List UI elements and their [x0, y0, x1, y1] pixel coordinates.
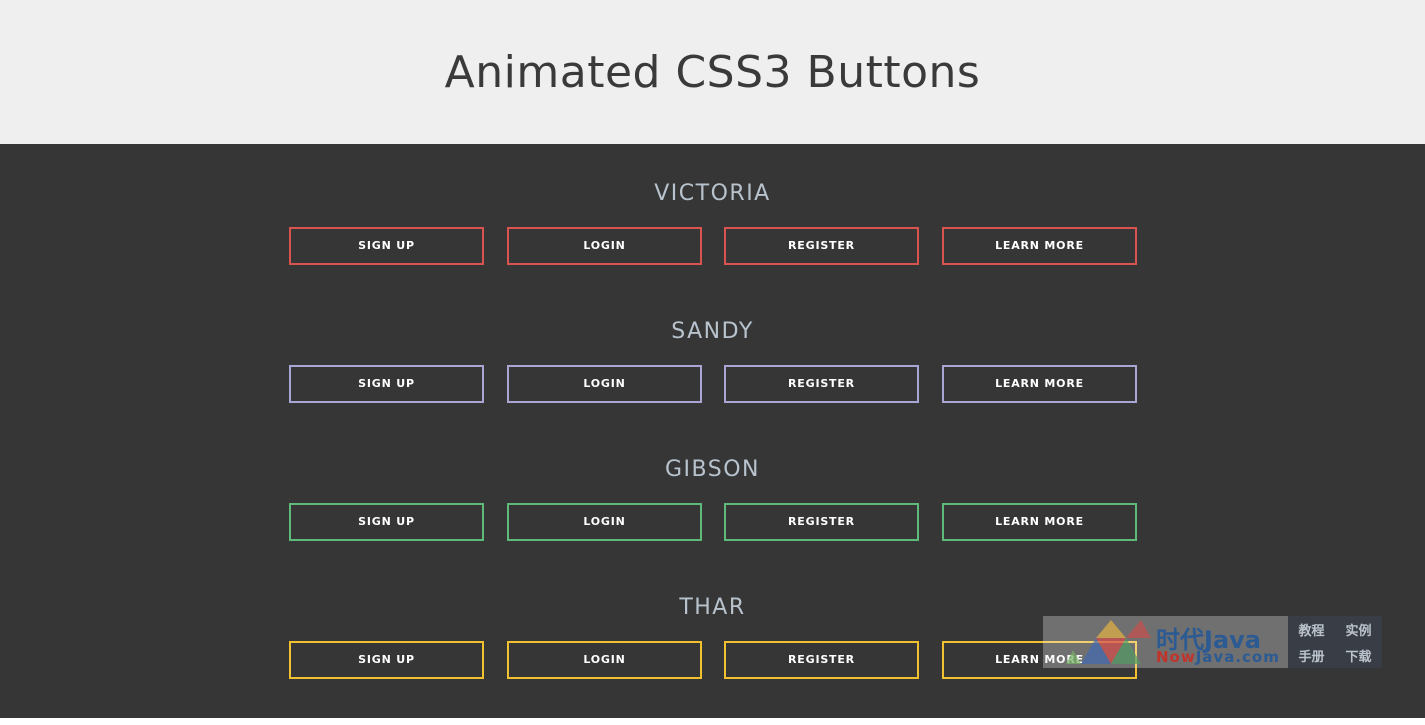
watermark-brand-area: 时代Java NowJava.com	[1043, 616, 1288, 668]
group-title: VICTORIA	[654, 181, 771, 206]
victoria-sign-up-button[interactable]: SIGN UP	[289, 227, 484, 265]
thar-login-button[interactable]: LOGIN	[507, 641, 702, 679]
watermark-url-now: Now	[1156, 648, 1196, 666]
watermark-url-rest: Java.com	[1195, 648, 1280, 666]
sandy-register-button[interactable]: REGISTER	[724, 365, 919, 403]
watermark-link-download[interactable]: 下载	[1345, 646, 1371, 665]
thar-register-button[interactable]: REGISTER	[724, 641, 919, 679]
victoria-login-button[interactable]: LOGIN	[507, 227, 702, 265]
watermark-link-tutorial[interactable]: 教程	[1298, 620, 1324, 639]
page-header: Animated CSS3 Buttons	[0, 0, 1425, 144]
sandy-sign-up-button[interactable]: SIGN UP	[289, 365, 484, 403]
sandy-learn-more-button[interactable]: LEARN MORE	[942, 365, 1137, 403]
sandy-login-button[interactable]: LOGIN	[507, 365, 702, 403]
site-watermark[interactable]: 时代Java NowJava.com 教程 实例 手册 下载	[1043, 616, 1382, 668]
triangle-logo-icon	[1066, 620, 1151, 664]
group-title: SANDY	[671, 319, 754, 344]
watermark-url: NowJava.com	[1156, 648, 1280, 666]
gibson-learn-more-button[interactable]: LEARN MORE	[942, 503, 1137, 541]
group-victoria: VICTORIA SIGN UP LOGIN REGISTER LEARN MO…	[0, 179, 1425, 311]
gibson-login-button[interactable]: LOGIN	[507, 503, 702, 541]
watermark-links: 教程 实例 手册 下载	[1288, 616, 1382, 668]
victoria-learn-more-button[interactable]: LEARN MORE	[942, 227, 1137, 265]
victoria-register-button[interactable]: REGISTER	[724, 227, 919, 265]
group-title: GIBSON	[665, 457, 760, 482]
watermark-link-manual[interactable]: 手册	[1298, 646, 1324, 665]
watermark-link-examples[interactable]: 实例	[1345, 620, 1371, 639]
group-gibson: GIBSON SIGN UP LOGIN REGISTER LEARN MORE	[0, 455, 1425, 587]
group-sandy: SANDY SIGN UP LOGIN REGISTER LEARN MORE	[0, 317, 1425, 449]
gibson-sign-up-button[interactable]: SIGN UP	[289, 503, 484, 541]
thar-sign-up-button[interactable]: SIGN UP	[289, 641, 484, 679]
gibson-register-button[interactable]: REGISTER	[724, 503, 919, 541]
page-title: Animated CSS3 Buttons	[444, 46, 981, 98]
